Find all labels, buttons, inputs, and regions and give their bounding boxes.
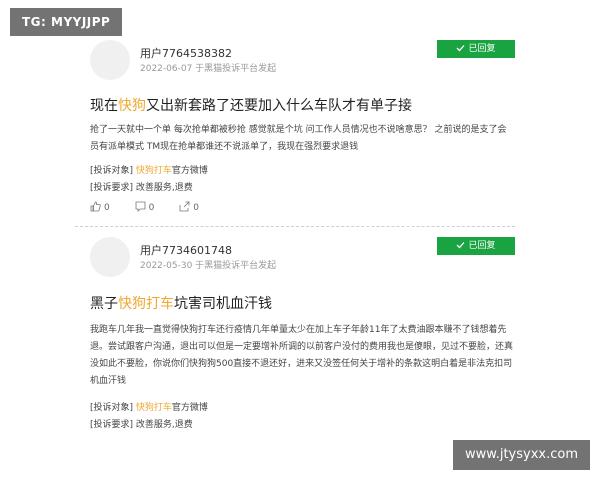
complaint-target: [投诉对象] 快狗打车官方微博 bbox=[90, 400, 208, 413]
target-link[interactable]: 快狗打车 bbox=[136, 166, 172, 176]
complaint-meta: 2022-06-07 于黑猫投诉平台发起 bbox=[140, 64, 277, 74]
target-link[interactable]: 快狗打车 bbox=[136, 403, 172, 413]
title-suffix: 坑害司机血汗钱 bbox=[174, 296, 272, 312]
complaint-title[interactable]: 黑子快狗打车坑害司机血汗钱 bbox=[90, 293, 272, 313]
like-button[interactable]: 0 bbox=[90, 201, 110, 213]
complaint-request: [投诉要求] 改善服务,退费 bbox=[90, 180, 193, 193]
request-value: 改善服务,退费 bbox=[135, 183, 193, 193]
request-label: [投诉要求] bbox=[90, 420, 134, 430]
avatar[interactable] bbox=[90, 40, 130, 80]
target-rest: 官方微博 bbox=[171, 403, 208, 413]
comment-icon bbox=[135, 201, 146, 212]
complaint-body: 我跑车几年我一直觉得快狗打车还行疫情几年单量太少在加上车子年龄11年了太费油跟本… bbox=[90, 325, 514, 386]
target-label: [投诉对象] bbox=[90, 166, 134, 176]
complaint-target: [投诉对象] 快狗打车官方微博 bbox=[90, 163, 208, 176]
action-bar: 0 0 0 bbox=[90, 201, 221, 213]
complaint-body: 抢了一天就中一个单 每次抢单都被秒抢 感觉就是个坑 问工作人员情况也不说啥意思？… bbox=[90, 125, 507, 152]
complaint-card: 用户7734601748 2022-05-30 于黑猫投诉平台发起 已回复 黑子… bbox=[75, 237, 515, 437]
check-icon bbox=[457, 242, 465, 249]
complaint-meta: 2022-05-30 于黑猫投诉平台发起 bbox=[140, 261, 277, 271]
complaint-card: 用户7764538382 2022-06-07 于黑猫投诉平台发起 已回复 现在… bbox=[75, 40, 515, 220]
avatar[interactable] bbox=[90, 237, 130, 277]
like-count: 0 bbox=[104, 203, 110, 213]
share-count: 0 bbox=[193, 203, 199, 213]
share-icon bbox=[179, 201, 190, 212]
complaint-title[interactable]: 现在快狗又出新套路了还要加入什么车队才有单子接 bbox=[90, 95, 412, 115]
complaint-request: [投诉要求] 改善服务,退费 bbox=[90, 417, 193, 430]
status-label: 已回复 bbox=[468, 241, 496, 251]
status-badge: 已回复 bbox=[437, 237, 515, 255]
status-label: 已回复 bbox=[468, 44, 496, 54]
title-highlight: 快狗 bbox=[118, 98, 146, 114]
comment-count: 0 bbox=[148, 203, 155, 213]
comment-button[interactable]: 0 bbox=[135, 201, 155, 213]
username[interactable]: 用户7764538382 bbox=[140, 45, 232, 61]
divider bbox=[75, 226, 515, 227]
watermark-top-left: TG: MYYJJPP bbox=[10, 8, 123, 36]
title-prefix: 黑子 bbox=[90, 296, 118, 312]
status-badge: 已回复 bbox=[437, 40, 515, 58]
watermark-bottom-right: www.jtysyxx.com bbox=[453, 440, 590, 470]
thumbs-up-icon bbox=[90, 201, 101, 212]
target-label: [投诉对象] bbox=[90, 403, 134, 413]
request-label: [投诉要求] bbox=[90, 183, 134, 193]
title-prefix: 现在 bbox=[90, 98, 118, 114]
title-suffix: 又出新套路了还要加入什么车队才有单子接 bbox=[146, 98, 412, 114]
username[interactable]: 用户7734601748 bbox=[140, 242, 232, 258]
request-value: 改善服务,退费 bbox=[135, 420, 193, 430]
title-highlight: 快狗打车 bbox=[118, 296, 174, 312]
target-rest: 官方微博 bbox=[171, 166, 208, 176]
check-icon bbox=[457, 45, 465, 52]
share-button[interactable]: 0 bbox=[179, 201, 199, 213]
